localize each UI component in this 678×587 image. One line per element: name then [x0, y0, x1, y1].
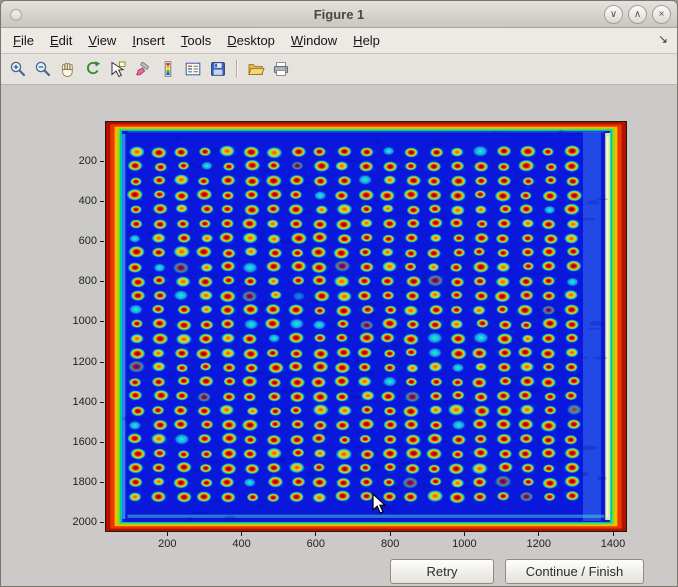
legend-icon: [184, 60, 202, 78]
x-tick-label: 200: [158, 537, 176, 551]
y-tick-label: 1000: [51, 314, 97, 328]
menu-window[interactable]: Window: [283, 30, 345, 51]
open-icon: [247, 60, 265, 78]
y-tick: [100, 281, 104, 282]
window-title: Figure 1: [1, 7, 677, 22]
retry-button[interactable]: Retry: [390, 559, 494, 584]
x-tick-label: 400: [232, 537, 250, 551]
y-tick: [100, 241, 104, 242]
close-button[interactable]: ×: [652, 5, 671, 24]
tool-zoom-out-button[interactable]: [31, 57, 55, 81]
menu-insert[interactable]: Insert: [124, 30, 173, 51]
y-tick: [100, 442, 104, 443]
brush-icon: [134, 60, 152, 78]
x-tick-label: 1200: [526, 537, 550, 551]
zoom-in-icon: [9, 60, 27, 78]
tool-rotate-3d-button[interactable]: [81, 57, 105, 81]
rotate-3d-icon: [84, 60, 102, 78]
x-tick: [315, 532, 316, 536]
minimize-icon: ∨: [610, 10, 617, 20]
microarray-image[interactable]: [106, 122, 626, 531]
x-tick-label: 1000: [452, 537, 476, 551]
toolbar: [1, 54, 677, 85]
y-tick-label: 200: [51, 154, 97, 168]
pan-icon: [59, 60, 77, 78]
figure-window: Figure 1 ∨ ∧ × FileEditViewInsertToolsDe…: [0, 0, 678, 587]
y-tick: [100, 161, 104, 162]
tool-legend-button[interactable]: [181, 57, 205, 81]
maximize-button[interactable]: ∧: [628, 5, 647, 24]
y-tick-label: 2000: [51, 515, 97, 529]
tool-brush-button[interactable]: [131, 57, 155, 81]
menu-bar: FileEditViewInsertToolsDesktopWindowHelp…: [1, 28, 677, 54]
menu-edit[interactable]: Edit: [42, 30, 80, 51]
y-tick-label: 1800: [51, 475, 97, 489]
figure-canvas: 200 400 600 800 1000 1200 1400 200 400 600 800 1000…: [1, 85, 677, 587]
axes[interactable]: [105, 121, 627, 532]
menu-help[interactable]: Help: [345, 30, 388, 51]
tool-print-button[interactable]: [269, 57, 293, 81]
window-menu-icon[interactable]: [10, 9, 22, 21]
tool-pan-button[interactable]: [56, 57, 80, 81]
y-tick-label: 600: [51, 234, 97, 248]
x-tick-label: 1400: [601, 537, 625, 551]
x-tick: [390, 532, 391, 536]
y-tick: [100, 201, 104, 202]
menu-file[interactable]: File: [5, 30, 42, 51]
y-tick: [100, 321, 104, 322]
y-tick: [100, 362, 104, 363]
title-bar[interactable]: Figure 1 ∨ ∧ ×: [1, 1, 677, 28]
menu-view[interactable]: View: [80, 30, 124, 51]
menu-tools[interactable]: Tools: [173, 30, 219, 51]
x-tick: [241, 532, 242, 536]
toolbar-separator: [236, 60, 238, 78]
menu-items: FileEditViewInsertToolsDesktopWindowHelp: [5, 30, 388, 51]
x-tick: [613, 532, 614, 536]
dock-figure-icon[interactable]: ↘: [658, 32, 668, 46]
tool-colorbar-button[interactable]: [156, 57, 180, 81]
y-tick-label: 400: [51, 194, 97, 208]
maximize-icon: ∧: [634, 10, 641, 20]
x-tick-label: 600: [307, 537, 325, 551]
y-tick: [100, 402, 104, 403]
tool-open-button[interactable]: [244, 57, 268, 81]
tool-save-button[interactable]: [206, 57, 230, 81]
y-tick: [100, 522, 104, 523]
y-tick-label: 1200: [51, 355, 97, 369]
x-tick: [464, 532, 465, 536]
save-icon: [209, 60, 227, 78]
tool-data-cursor-button[interactable]: [106, 57, 130, 81]
window-controls: ∨ ∧ ×: [604, 5, 671, 24]
close-icon: ×: [659, 10, 665, 20]
colorbar-icon: [159, 60, 177, 78]
menu-desktop[interactable]: Desktop: [219, 30, 283, 51]
x-tick: [538, 532, 539, 536]
y-tick: [100, 482, 104, 483]
x-tick-label: 800: [381, 537, 399, 551]
y-tick-label: 1400: [51, 395, 97, 409]
zoom-out-icon: [34, 60, 52, 78]
continue-finish-button[interactable]: Continue / Finish: [505, 559, 644, 584]
tool-zoom-in-button[interactable]: [6, 57, 30, 81]
y-tick-label: 1600: [51, 435, 97, 449]
x-tick: [167, 532, 168, 536]
print-icon: [272, 60, 290, 78]
minimize-button[interactable]: ∨: [604, 5, 623, 24]
data-cursor-icon: [109, 60, 127, 78]
y-tick-label: 800: [51, 274, 97, 288]
